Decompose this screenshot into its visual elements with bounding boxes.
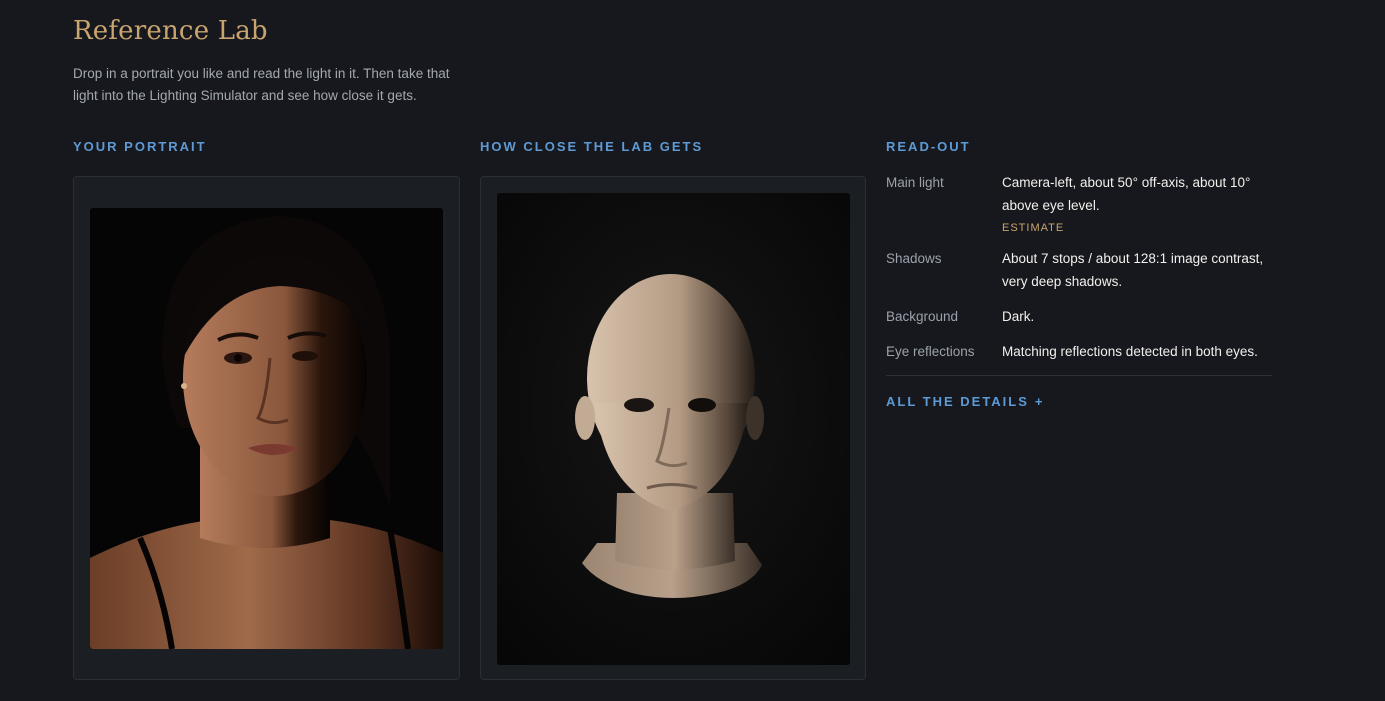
portrait-dropzone[interactable] [73, 176, 460, 680]
readout-panel: Main light Camera-left, about 50° off-ax… [886, 171, 1272, 411]
readout-row-eye-reflections: Eye reflections Matching reflections det… [886, 340, 1272, 363]
readout-value: Camera-left, about 50° off-axis, about 1… [1002, 171, 1272, 235]
portrait-image [90, 208, 443, 649]
lab-render-image [497, 193, 850, 665]
plus-icon: + [1034, 394, 1045, 409]
page-intro: Drop in a portrait you like and read the… [73, 66, 450, 103]
lab-result-heading: HOW CLOSE THE LAB GETS [480, 139, 704, 154]
page-title: Reference Lab [73, 16, 268, 46]
portrait-photo-graphic [90, 208, 443, 649]
all-details-toggle[interactable]: ALL THE DETAILS + [886, 394, 1045, 409]
readout-row-main-light: Main light Camera-left, about 50° off-ax… [886, 171, 1272, 235]
readout-key: Shadows [886, 251, 942, 266]
readout-value-text: Camera-left, about 50° off-axis, about 1… [1002, 175, 1251, 213]
readout-value: Dark. [1002, 309, 1035, 324]
readout-value: Matching reflections detected in both ey… [1002, 344, 1258, 359]
your-portrait-heading: YOUR PORTRAIT [73, 139, 207, 154]
all-details-label: ALL THE DETAILS [886, 394, 1029, 409]
readout-row-background: Background Dark. [886, 305, 1272, 328]
mannequin-render-graphic [497, 193, 850, 665]
readout-heading: READ-OUT [886, 139, 971, 154]
readout-row-shadows: Shadows About 7 stops / about 128:1 imag… [886, 247, 1272, 293]
estimate-tag: ESTIMATE [1002, 222, 1065, 234]
readout-value: About 7 stops / about 128:1 image contra… [1002, 251, 1264, 289]
readout-key: Main light [886, 175, 944, 190]
readout-divider [886, 375, 1272, 376]
lab-render-panel [480, 176, 866, 680]
readout-key: Background [886, 309, 959, 324]
readout-key: Eye reflections [886, 344, 975, 359]
